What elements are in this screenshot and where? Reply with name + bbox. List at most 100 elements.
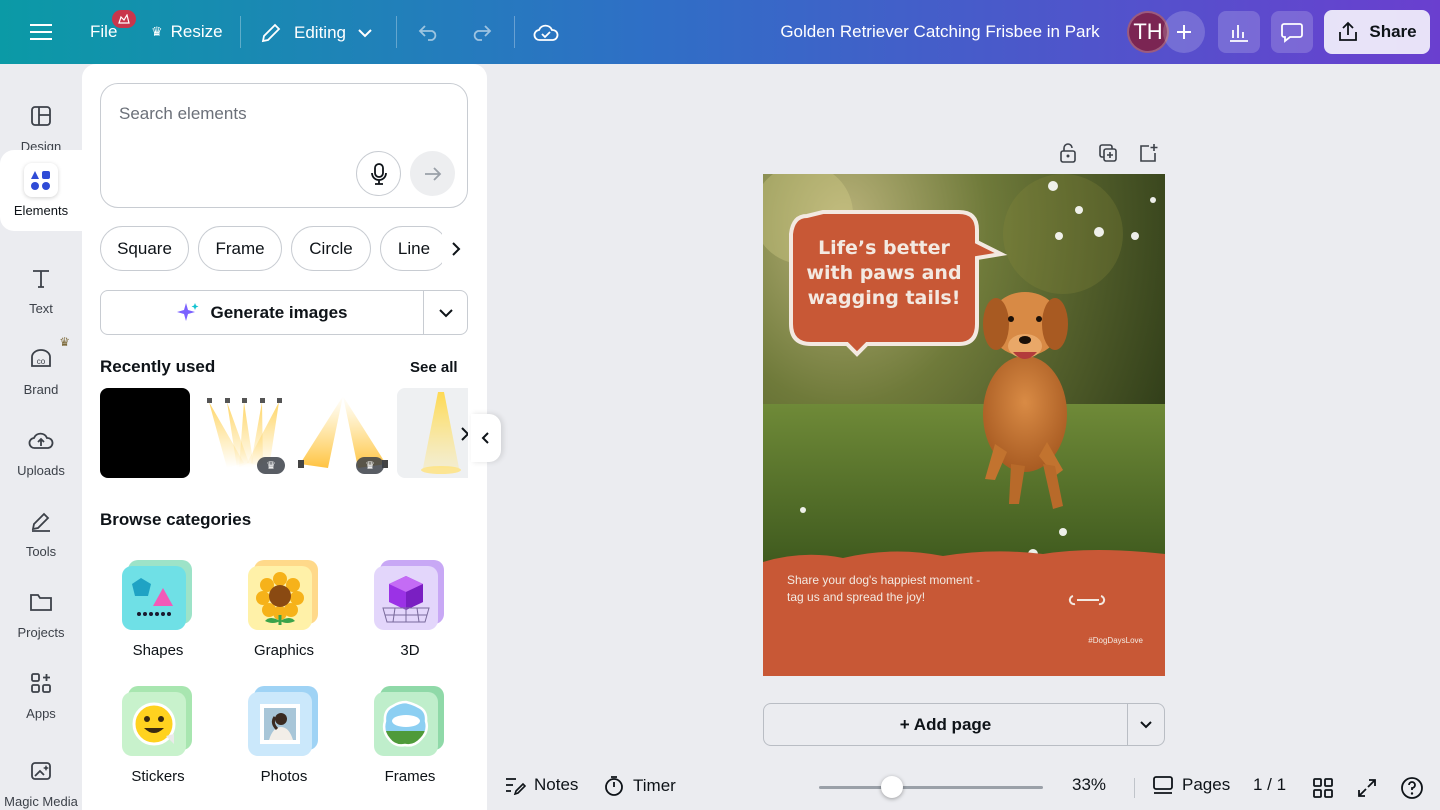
add-collaborator-button[interactable] <box>1163 11 1205 53</box>
rail-item-magic-media[interactable]: Magic Media <box>0 734 82 810</box>
rail-label: Brand <box>23 382 59 397</box>
search-box <box>100 83 468 208</box>
pages-label: Pages <box>1182 775 1231 794</box>
category-photos[interactable]: Photos <box>224 686 344 785</box>
help-icon[interactable] <box>1398 774 1426 802</box>
caption-text[interactable]: Share your dog's happiest moment - tag u… <box>787 572 997 606</box>
recent-black-square[interactable] <box>100 388 190 478</box>
chevron-left-icon <box>481 432 489 444</box>
pro-crown-badge: ♛ <box>356 457 384 474</box>
add-page-options-dropdown[interactable] <box>1127 703 1165 746</box>
redo-icon[interactable] <box>468 20 494 44</box>
generate-images-button[interactable]: Generate images <box>100 290 424 335</box>
timer-label: Timer <box>633 776 676 795</box>
duplicate-page-icon[interactable] <box>1094 139 1122 167</box>
arrow-right-icon <box>424 166 441 181</box>
sparkle-icon <box>177 302 199 321</box>
rail-item-tools[interactable]: Tools <box>0 491 82 572</box>
comment-icon <box>1281 23 1303 43</box>
chevron-down-icon <box>358 29 372 38</box>
search-input[interactable] <box>119 104 439 124</box>
rail-item-elements[interactable]: Elements <box>0 150 82 231</box>
category-stickers[interactable]: Stickers <box>98 686 218 785</box>
chevron-down-icon <box>438 308 453 317</box>
rail-label: Text <box>29 301 53 316</box>
zoom-slider-handle[interactable] <box>881 776 903 798</box>
zoom-slider-track[interactable] <box>819 786 1043 789</box>
collapse-panel-button[interactable] <box>471 414 501 462</box>
recent-spotlights-graphic[interactable]: ♛ <box>199 388 289 478</box>
editing-mode-button[interactable]: Editing <box>260 22 372 44</box>
insights-button[interactable] <box>1218 11 1260 53</box>
chip-frame[interactable]: Frame <box>198 226 282 271</box>
notes-label: Notes <box>534 775 579 794</box>
file-menu-button[interactable]: File <box>90 22 117 42</box>
menu-icon[interactable] <box>26 18 56 46</box>
recent-stage-lights-graphic[interactable]: ♛ <box>298 388 388 478</box>
pages-icon <box>1153 776 1173 794</box>
grid-view-icon[interactable] <box>1309 774 1337 802</box>
generate-options-dropdown[interactable] <box>423 290 468 335</box>
divider <box>514 16 515 48</box>
category-graphics[interactable]: Graphics <box>224 560 344 659</box>
hashtag-text[interactable]: #DogDaysLove <box>1063 636 1143 645</box>
rail-item-projects[interactable]: Projects <box>0 572 82 653</box>
apps-icon <box>24 666 58 700</box>
rail-label: Tools <box>25 544 57 559</box>
pro-crown-badge: ♛ <box>257 457 285 474</box>
speech-bubble-text[interactable]: Life’s better with paws and wagging tail… <box>799 236 969 311</box>
generate-images-label: Generate images <box>210 302 348 322</box>
chip-square[interactable]: Square <box>100 226 189 271</box>
chip-line[interactable]: Line <box>380 226 448 271</box>
category-frames[interactable]: Frames <box>350 686 470 785</box>
editing-label: Editing <box>294 23 346 42</box>
category-label: Graphics <box>253 642 315 659</box>
fullscreen-icon[interactable] <box>1353 774 1381 802</box>
see-all-link[interactable]: See all <box>410 359 458 376</box>
chevron-right-icon[interactable] <box>442 226 468 272</box>
add-page-icon[interactable] <box>1134 139 1162 167</box>
magic-media-icon <box>24 754 58 788</box>
recent-scroll-right-button[interactable] <box>450 418 468 450</box>
timer-button[interactable]: Timer <box>603 775 676 797</box>
notes-icon <box>506 778 526 795</box>
share-button[interactable]: Share <box>1324 10 1430 54</box>
undo-icon[interactable] <box>416 20 442 44</box>
recently-used-heading: Recently used <box>100 357 216 376</box>
cloud-upload-icon <box>24 423 58 457</box>
rail-item-uploads[interactable]: Uploads <box>0 410 82 491</box>
file-label: File <box>90 22 118 41</box>
rail-label: Magic Media <box>4 794 78 809</box>
resize-button[interactable]: ♛ Resize <box>151 22 223 42</box>
rail-item-text[interactable]: Text <box>0 248 82 329</box>
comments-button[interactable] <box>1271 11 1313 53</box>
search-submit-button[interactable] <box>410 151 455 196</box>
document-title[interactable]: Golden Retriever Catching Frisbee in Par… <box>770 22 1110 42</box>
category-3d[interactable]: 3D <box>350 560 470 659</box>
category-label: Frames <box>384 768 436 785</box>
category-label: 3D <box>400 642 420 659</box>
chip-circle[interactable]: Circle <box>291 226 371 271</box>
stickers-category-icon <box>122 686 194 758</box>
rail-label: Elements <box>13 203 69 218</box>
lock-icon[interactable] <box>1054 139 1082 167</box>
design-page[interactable]: Life’s better with paws and wagging tail… <box>763 174 1165 676</box>
divider <box>396 16 397 48</box>
divider <box>240 16 241 48</box>
category-shapes[interactable]: Shapes <box>98 560 218 659</box>
rail-item-brand[interactable]: co Brand ♛ <box>0 329 82 410</box>
side-navigation: Design Elements Text co Brand ♛ Uploads … <box>0 64 82 810</box>
cloud-saved-icon[interactable] <box>532 19 560 45</box>
voice-search-button[interactable] <box>356 151 401 196</box>
bar-chart-icon <box>1230 25 1248 42</box>
zoom-level[interactable]: 33% <box>1072 775 1106 795</box>
rail-item-apps[interactable]: Apps <box>0 653 82 734</box>
crown-icon: ♛ <box>151 24 163 39</box>
photos-category-icon <box>248 686 320 758</box>
rail-label: Uploads <box>17 463 65 478</box>
add-page-button[interactable]: + Add page <box>763 703 1128 746</box>
notes-button[interactable]: Notes <box>504 775 578 795</box>
category-label: Shapes <box>132 642 184 659</box>
category-label: Stickers <box>131 768 185 785</box>
pages-button[interactable]: Pages <box>1152 775 1230 795</box>
